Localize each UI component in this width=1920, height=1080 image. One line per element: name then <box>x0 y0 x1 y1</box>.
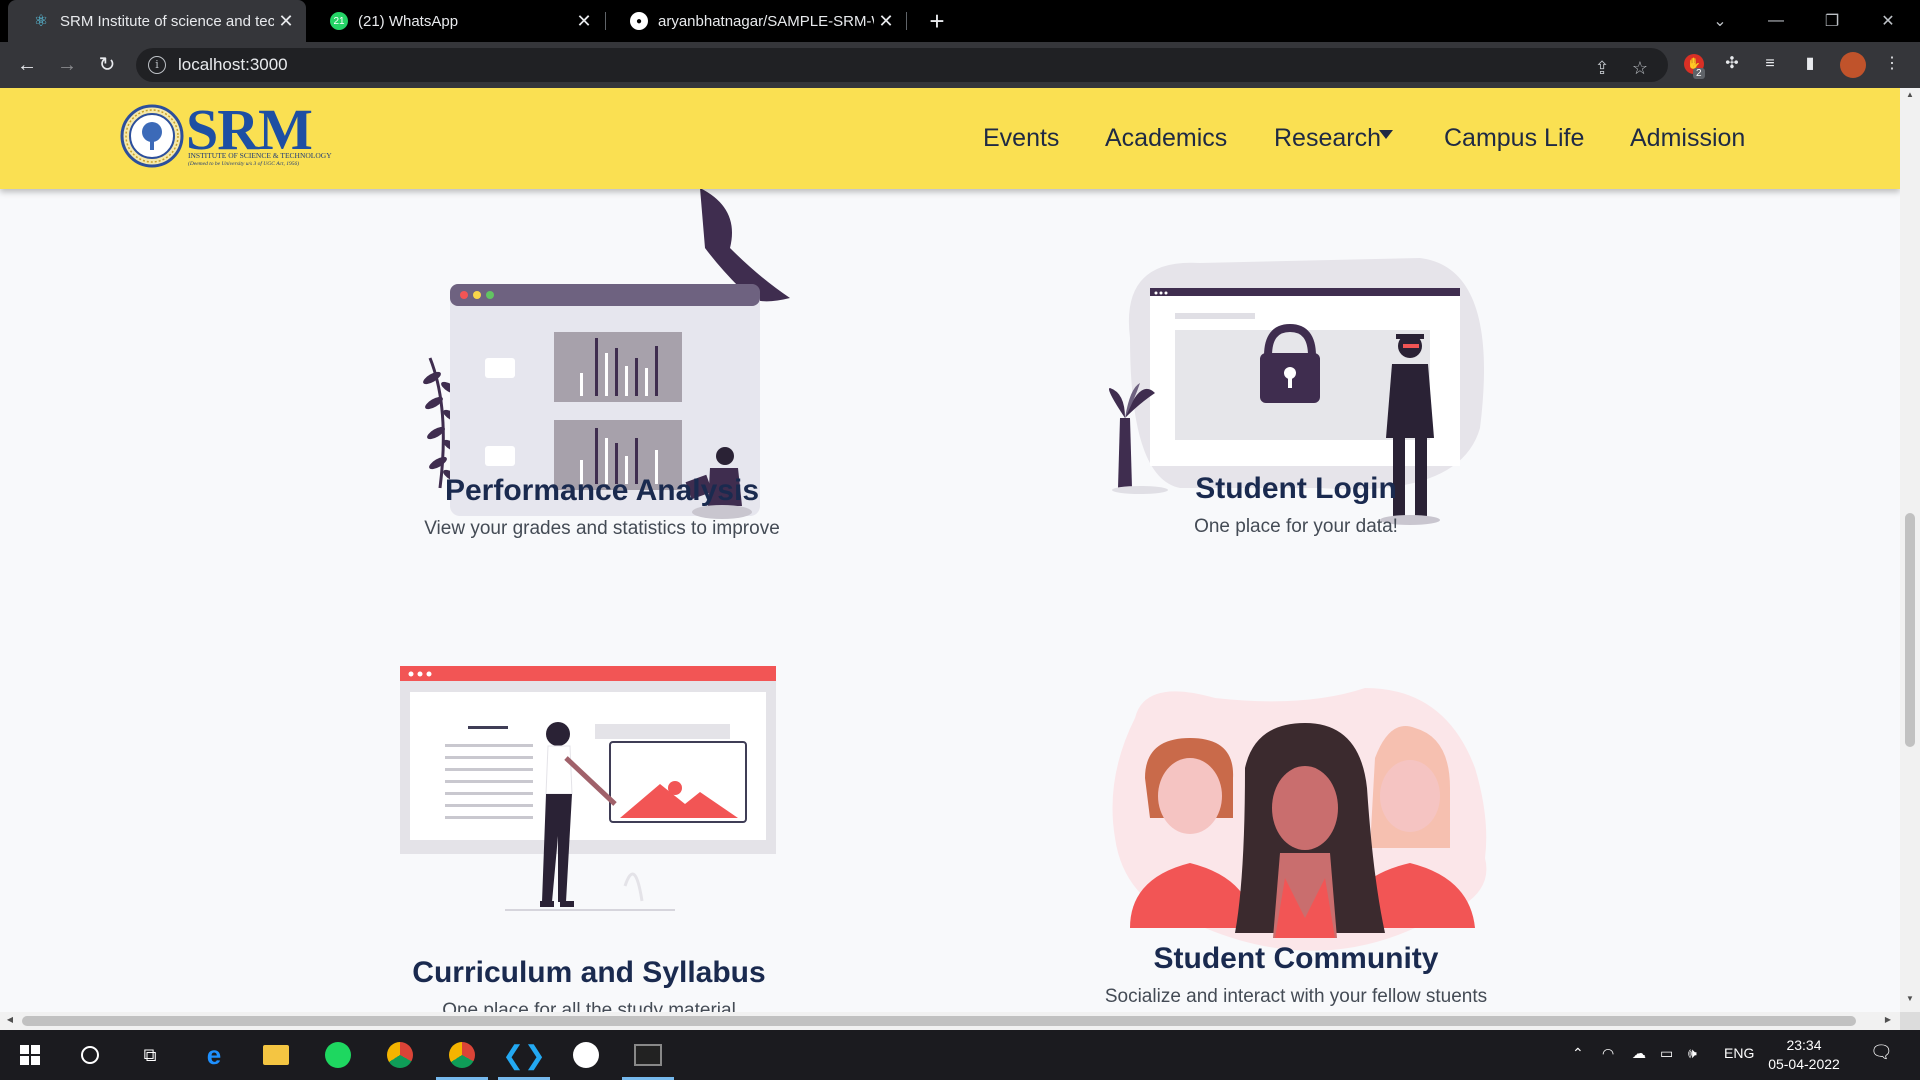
vscode-icon[interactable]: ❮❯ <box>502 1039 546 1071</box>
url-text[interactable]: localhost:3000 <box>178 55 288 75</box>
battery-icon[interactable]: ▭ <box>1660 1045 1673 1062</box>
minimize-button[interactable]: — <box>1748 0 1804 42</box>
avatar[interactable] <box>1840 52 1866 78</box>
page-viewport: SRM INSTITUTE OF SCIENCE & TECHNOLOGY (D… <box>0 88 1900 1012</box>
feature-subtitle-performance: View your grades and statistics to impro… <box>424 518 780 539</box>
tab-srm[interactable]: ⚛ SRM Institute of science and tech ✕ <box>8 0 306 42</box>
clock-time: 23:34 <box>1786 1037 1822 1053</box>
close-window-button[interactable]: ✕ <box>1860 0 1916 42</box>
close-icon[interactable]: ✕ <box>274 11 298 32</box>
forward-icon[interactable]: → <box>52 50 82 80</box>
close-icon[interactable]: ✕ <box>874 11 898 32</box>
curriculum-illustration <box>400 666 776 911</box>
scroll-right-arrow-icon[interactable]: ▶ <box>1882 1015 1894 1027</box>
scrollbar-thumb[interactable] <box>22 1016 1856 1026</box>
tab-title: (21) WhatsApp <box>358 12 459 30</box>
scroll-up-arrow-icon[interactable]: ▲ <box>1904 90 1916 100</box>
wifi-icon[interactable]: ◠ <box>1602 1045 1614 1062</box>
whatsapp-desktop-icon[interactable] <box>570 1039 602 1071</box>
bookmark-star-icon[interactable]: ☆ <box>1628 56 1652 80</box>
student-community-illustration <box>1112 688 1487 951</box>
tab-title: SRM Institute of science and tech <box>60 12 274 30</box>
horizontal-scrollbar[interactable]: ◀ ▶ <box>0 1012 1900 1030</box>
scrollbar-thumb[interactable] <box>1905 513 1915 747</box>
nav-academics[interactable]: Academics <box>1105 124 1227 153</box>
feature-title-student-login: Student Login <box>1195 472 1397 505</box>
feature-subtitle-curriculum: One place for all the study material <box>442 1000 736 1012</box>
whatsapp-icon: 21 <box>330 12 348 30</box>
tray-chevron-up-icon[interactable]: ⌃ <box>1572 1045 1584 1062</box>
tab-github[interactable]: ● aryanbhatnagar/SAMPLE-SRM-W ✕ <box>606 0 906 42</box>
nav-campus-life[interactable]: Campus Life <box>1444 124 1584 153</box>
info-icon[interactable]: i <box>148 56 166 74</box>
system-clock[interactable]: 23:34 05-04-2022 <box>1760 1036 1848 1074</box>
extension-badge: 2 <box>1693 68 1705 79</box>
feature-subtitle-community: Socialize and interact with your fellow … <box>1104 986 1488 1007</box>
feature-title-curriculum: Curriculum and Syllabus <box>412 956 766 989</box>
srm-logo[interactable]: SRM INSTITUTE OF SCIENCE & TECHNOLOGY (D… <box>120 97 332 174</box>
logo-subtitle: INSTITUTE OF SCIENCE & TECHNOLOGY <box>188 151 332 160</box>
logo-subtitle-2: (Deemed to be University u/s 3 of UGC Ac… <box>188 161 300 167</box>
close-icon[interactable]: ✕ <box>572 11 596 32</box>
scroll-left-arrow-icon[interactable]: ◀ <box>4 1015 16 1027</box>
extensions-puzzle-icon[interactable]: ✣ <box>1720 52 1744 76</box>
back-icon[interactable]: ← <box>12 50 42 80</box>
language-indicator[interactable]: ENG <box>1724 1045 1754 1061</box>
browser-toolbar: ← → ↻ i localhost:3000 ⇪ ☆ ✋ 2 ✣ ≡ ▮ ⋮ <box>0 42 1920 88</box>
spotify-icon[interactable] <box>322 1039 354 1071</box>
nav-events[interactable]: Events <box>983 124 1059 153</box>
address-bar[interactable]: i localhost:3000 ⇪ ☆ <box>136 48 1668 82</box>
task-view-icon[interactable]: ⧉ <box>134 1039 166 1071</box>
side-panel-icon[interactable]: ▮ <box>1798 52 1822 76</box>
onedrive-icon[interactable]: ☁ <box>1632 1045 1646 1062</box>
scroll-down-arrow-icon[interactable]: ▼ <box>1904 994 1916 1004</box>
terminal-icon[interactable] <box>632 1039 664 1071</box>
tab-search-icon[interactable]: ⌄ <box>1692 0 1748 42</box>
windows-taskbar: ⧉ e ❮❯ ⌃ ◠ ☁ ▭ 🕪 ENG 23:34 05-04-2022 🗨 <box>0 1030 1920 1080</box>
tab-separator <box>906 12 907 30</box>
clock-date: 05-04-2022 <box>1768 1056 1840 1072</box>
share-icon[interactable]: ⇪ <box>1590 56 1614 80</box>
nav-admission[interactable]: Admission <box>1630 124 1745 153</box>
notification-icon[interactable]: 🗨 <box>1870 1042 1893 1063</box>
chrome-profile-icon[interactable] <box>446 1039 478 1071</box>
new-tab-button[interactable]: + <box>922 6 952 36</box>
vertical-scrollbar[interactable]: ▲ ▼ <box>1900 88 1920 1012</box>
feature-title-community: Student Community <box>1153 942 1439 975</box>
menu-kebab-icon[interactable]: ⋮ <box>1880 52 1904 76</box>
browser-tab-strip: ⚛ SRM Institute of science and tech ✕ 21… <box>0 0 1920 42</box>
scrollbar-corner <box>1900 1012 1920 1030</box>
restore-button[interactable]: ❐ <box>1804 0 1860 42</box>
edge-icon[interactable]: e <box>198 1039 230 1071</box>
chrome-icon[interactable] <box>384 1039 416 1071</box>
feature-title-performance: Performance Analysis <box>444 474 760 507</box>
github-icon: ● <box>630 12 648 30</box>
media-queue-icon[interactable]: ≡ <box>1758 52 1782 76</box>
chevron-down-icon[interactable] <box>1379 130 1393 139</box>
react-icon: ⚛ <box>33 13 49 30</box>
tab-title: aryanbhatnagar/SAMPLE-SRM-W <box>658 12 874 30</box>
windows-start-icon[interactable] <box>14 1039 46 1071</box>
nav-research[interactable]: Research <box>1274 124 1381 153</box>
feature-subtitle-student-login: One place for your data! <box>1194 516 1398 537</box>
file-explorer-icon[interactable] <box>260 1039 292 1071</box>
search-icon[interactable] <box>74 1039 106 1071</box>
tab-whatsapp[interactable]: 21 (21) WhatsApp ✕ <box>306 0 604 42</box>
site-navbar: SRM INSTITUTE OF SCIENCE & TECHNOLOGY (D… <box>0 88 1900 189</box>
reload-icon[interactable]: ↻ <box>92 50 122 80</box>
volume-icon[interactable]: 🕪 <box>1688 1045 1697 1062</box>
